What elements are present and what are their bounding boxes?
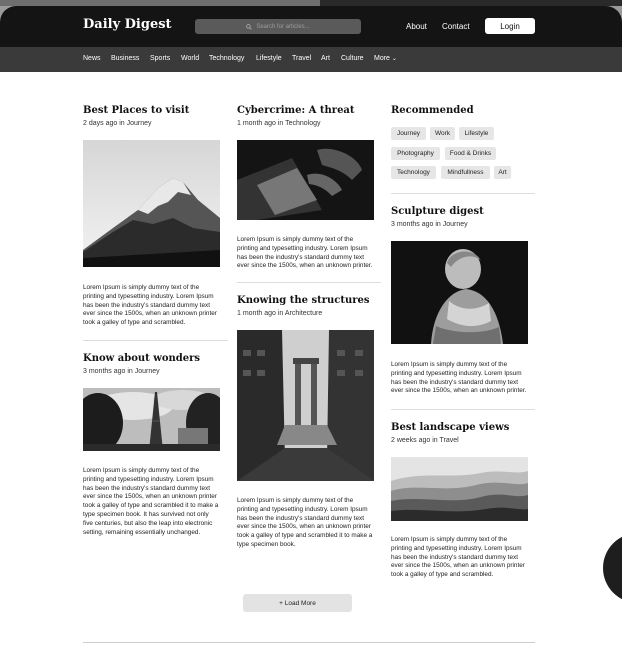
category-news[interactable]: News [83,55,101,62]
article-meta: 1 month ago in Architecture [237,310,323,317]
article-excerpt: Lorem Ipsum is simply dummy text of the … [391,361,527,395]
recommended-heading: Recommended [391,105,474,116]
article-image-sculpture[interactable] [391,241,528,344]
category-nav: News Business Sports World Technology Li… [0,47,622,72]
search-placeholder: Search for articles... [256,23,310,30]
footer-divider [83,642,535,643]
chevron-down-icon: ⌄ [391,56,397,62]
divider [237,282,381,283]
category-more-label: More [374,55,390,62]
tag-technology[interactable]: Technology [391,166,436,179]
category-more[interactable]: More ⌄ [374,55,397,62]
article-excerpt: Lorem Ipsum is simply dummy text of the … [391,536,525,579]
category-sports[interactable]: Sports [150,55,170,62]
tag-art[interactable]: Art [494,166,511,179]
category-culture[interactable]: Culture [341,55,364,62]
nav-contact-link[interactable]: Contact [442,22,470,31]
tag-mindfullness[interactable]: Mindfullness [441,166,490,179]
nav-about-link[interactable]: About [406,22,427,31]
article-title[interactable]: Know about wonders [83,353,220,365]
browser-window: Daily Digest Search for articles... Abou… [0,6,622,671]
article-title[interactable]: Best landscape views [391,422,528,434]
article-card[interactable]: Sculpture digest 3 months ago in Journey… [391,206,528,394]
category-technology[interactable]: Technology [209,55,244,62]
article-meta: 2 weeks ago in Travel [391,437,459,444]
article-image-laptop[interactable] [237,140,374,220]
article-meta: 2 days ago in Journey [83,120,152,127]
article-excerpt: Lorem Ipsum is simply dummy text of the … [83,467,219,536]
load-more-button[interactable]: + Load More [243,594,352,612]
login-button[interactable]: Login [485,18,535,34]
divider [391,409,535,410]
article-image-mountain[interactable] [83,140,220,267]
divider [83,340,228,341]
site-header: Daily Digest Search for articles... Abou… [0,6,622,47]
article-title[interactable]: Cybercrime: A threat [237,105,374,117]
article-card[interactable]: Best landscape views 2 weeks ago in Trav… [391,422,528,578]
category-business[interactable]: Business [111,55,139,62]
article-title[interactable]: Sculpture digest [391,206,528,218]
article-card[interactable]: Know about wonders 3 months ago in Journ… [83,353,220,536]
tag-work[interactable]: Work [430,127,455,140]
article-meta: 1 month ago in Technology [237,120,321,127]
article-meta: 3 months ago in Journey [391,221,468,228]
category-lifestyle[interactable]: Lifestyle [256,55,282,62]
category-art[interactable]: Art [321,55,330,62]
floating-action-button[interactable] [603,533,622,603]
tag-photography[interactable]: Photography [391,147,440,160]
divider [391,193,535,194]
search-input[interactable]: Search for articles... [195,19,361,34]
search-icon [246,23,253,30]
category-travel[interactable]: Travel [292,55,311,62]
article-excerpt: Lorem Ipsum is simply dummy text of the … [83,284,217,327]
category-world[interactable]: World [181,55,199,62]
article-card[interactable]: Cybercrime: A threat 1 month ago in Tech… [237,105,374,269]
article-excerpt: Lorem Ipsum is simply dummy text of the … [237,236,373,270]
article-meta: 3 months ago in Journey [83,368,160,375]
article-card[interactable]: Best Places to visit 2 days ago in Journ… [83,105,220,326]
tag-food-drinks[interactable]: Food & Drinks [445,147,496,160]
tag-journey[interactable]: Journey [391,127,426,140]
article-image-hills[interactable] [391,457,528,521]
tag-lifestyle[interactable]: Lifestyle [459,127,494,140]
article-image-bridge[interactable] [237,330,374,481]
article-title[interactable]: Knowing the structures [237,295,374,307]
article-excerpt: Lorem Ipsum is simply dummy text of the … [237,497,373,548]
site-logo[interactable]: Daily Digest [83,17,172,32]
article-title[interactable]: Best Places to visit [83,105,220,117]
article-image-eiffel-tower[interactable] [83,388,220,451]
article-card[interactable]: Knowing the structures 1 month ago in Ar… [237,295,374,548]
